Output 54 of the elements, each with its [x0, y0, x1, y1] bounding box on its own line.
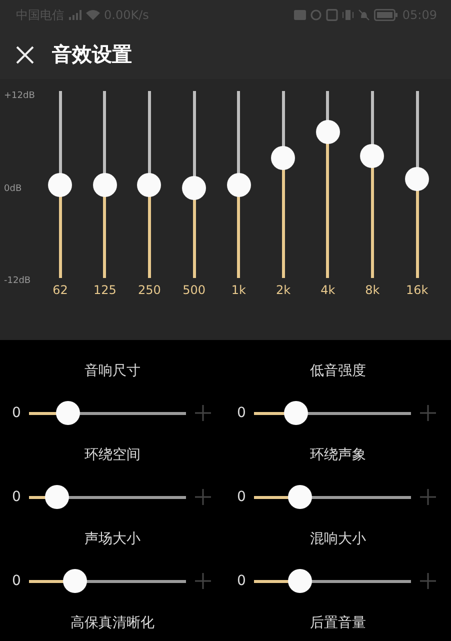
effect-label: 低音强度 — [310, 362, 366, 381]
band-label: 1k — [231, 283, 246, 297]
close-button[interactable] — [14, 44, 36, 66]
effect-value: 0 — [237, 573, 247, 589]
slider-thumb[interactable] — [56, 401, 80, 425]
slider-thumb[interactable] — [92, 172, 117, 196]
vibrate-icon — [342, 9, 354, 21]
slider-thumb[interactable] — [45, 485, 70, 509]
slider-thumb[interactable] — [137, 172, 162, 196]
band-label: 125 — [93, 283, 116, 297]
wifi-icon — [86, 10, 100, 20]
effect-slider[interactable] — [29, 401, 186, 425]
scale-label: -12dB — [4, 276, 31, 286]
band-label: 2k — [276, 283, 291, 297]
slider-thumb[interactable] — [271, 146, 296, 170]
effect-value: 0 — [12, 573, 22, 589]
slider-thumb[interactable] — [48, 172, 72, 196]
slider-thumb[interactable] — [316, 120, 340, 144]
effect-label: 声场大小 — [84, 530, 140, 549]
effect-value: 0 — [237, 489, 247, 505]
slider-thumb[interactable] — [288, 569, 312, 593]
scale-label: +12dB — [4, 91, 35, 101]
page-title: 音效设置 — [52, 41, 132, 68]
slider-thumb[interactable] — [284, 401, 308, 425]
signal-icon — [68, 10, 82, 20]
battery-icon — [374, 9, 398, 21]
effect-slider[interactable] — [254, 401, 411, 425]
effect-slider[interactable] — [29, 569, 186, 593]
slider-thumb[interactable] — [288, 485, 312, 509]
effect-value: 0 — [12, 405, 22, 421]
band-label: 4k — [320, 283, 336, 297]
mute-icon — [358, 9, 370, 21]
scale-label: 0dB — [4, 184, 22, 194]
effect-slider[interactable] — [254, 485, 411, 509]
effect-label: 后置音量 — [310, 614, 366, 633]
effect-label: 高保真清晰化 — [70, 614, 154, 633]
slider-thumb[interactable] — [62, 569, 87, 593]
band-label: 8k — [365, 283, 380, 297]
slider-thumb[interactable] — [405, 166, 430, 191]
slider-thumb[interactable] — [226, 172, 251, 196]
band-label: 16k — [406, 283, 428, 297]
band-label: 62 — [52, 283, 68, 297]
band-label: 250 — [138, 283, 161, 297]
slider-thumb[interactable] — [182, 176, 206, 200]
effect-label: 环绕声象 — [310, 446, 366, 465]
effect-value: 0 — [237, 405, 247, 421]
slider-thumb[interactable] — [360, 144, 384, 168]
effect-value: 0 — [12, 489, 22, 505]
effect-slider[interactable] — [29, 485, 186, 509]
effect-slider[interactable] — [254, 569, 411, 593]
effect-label: 混响大小 — [310, 530, 366, 549]
effect-label: 音响尺寸 — [84, 362, 140, 381]
effect-label: 环绕空间 — [84, 446, 140, 465]
band-label: 500 — [182, 283, 206, 297]
